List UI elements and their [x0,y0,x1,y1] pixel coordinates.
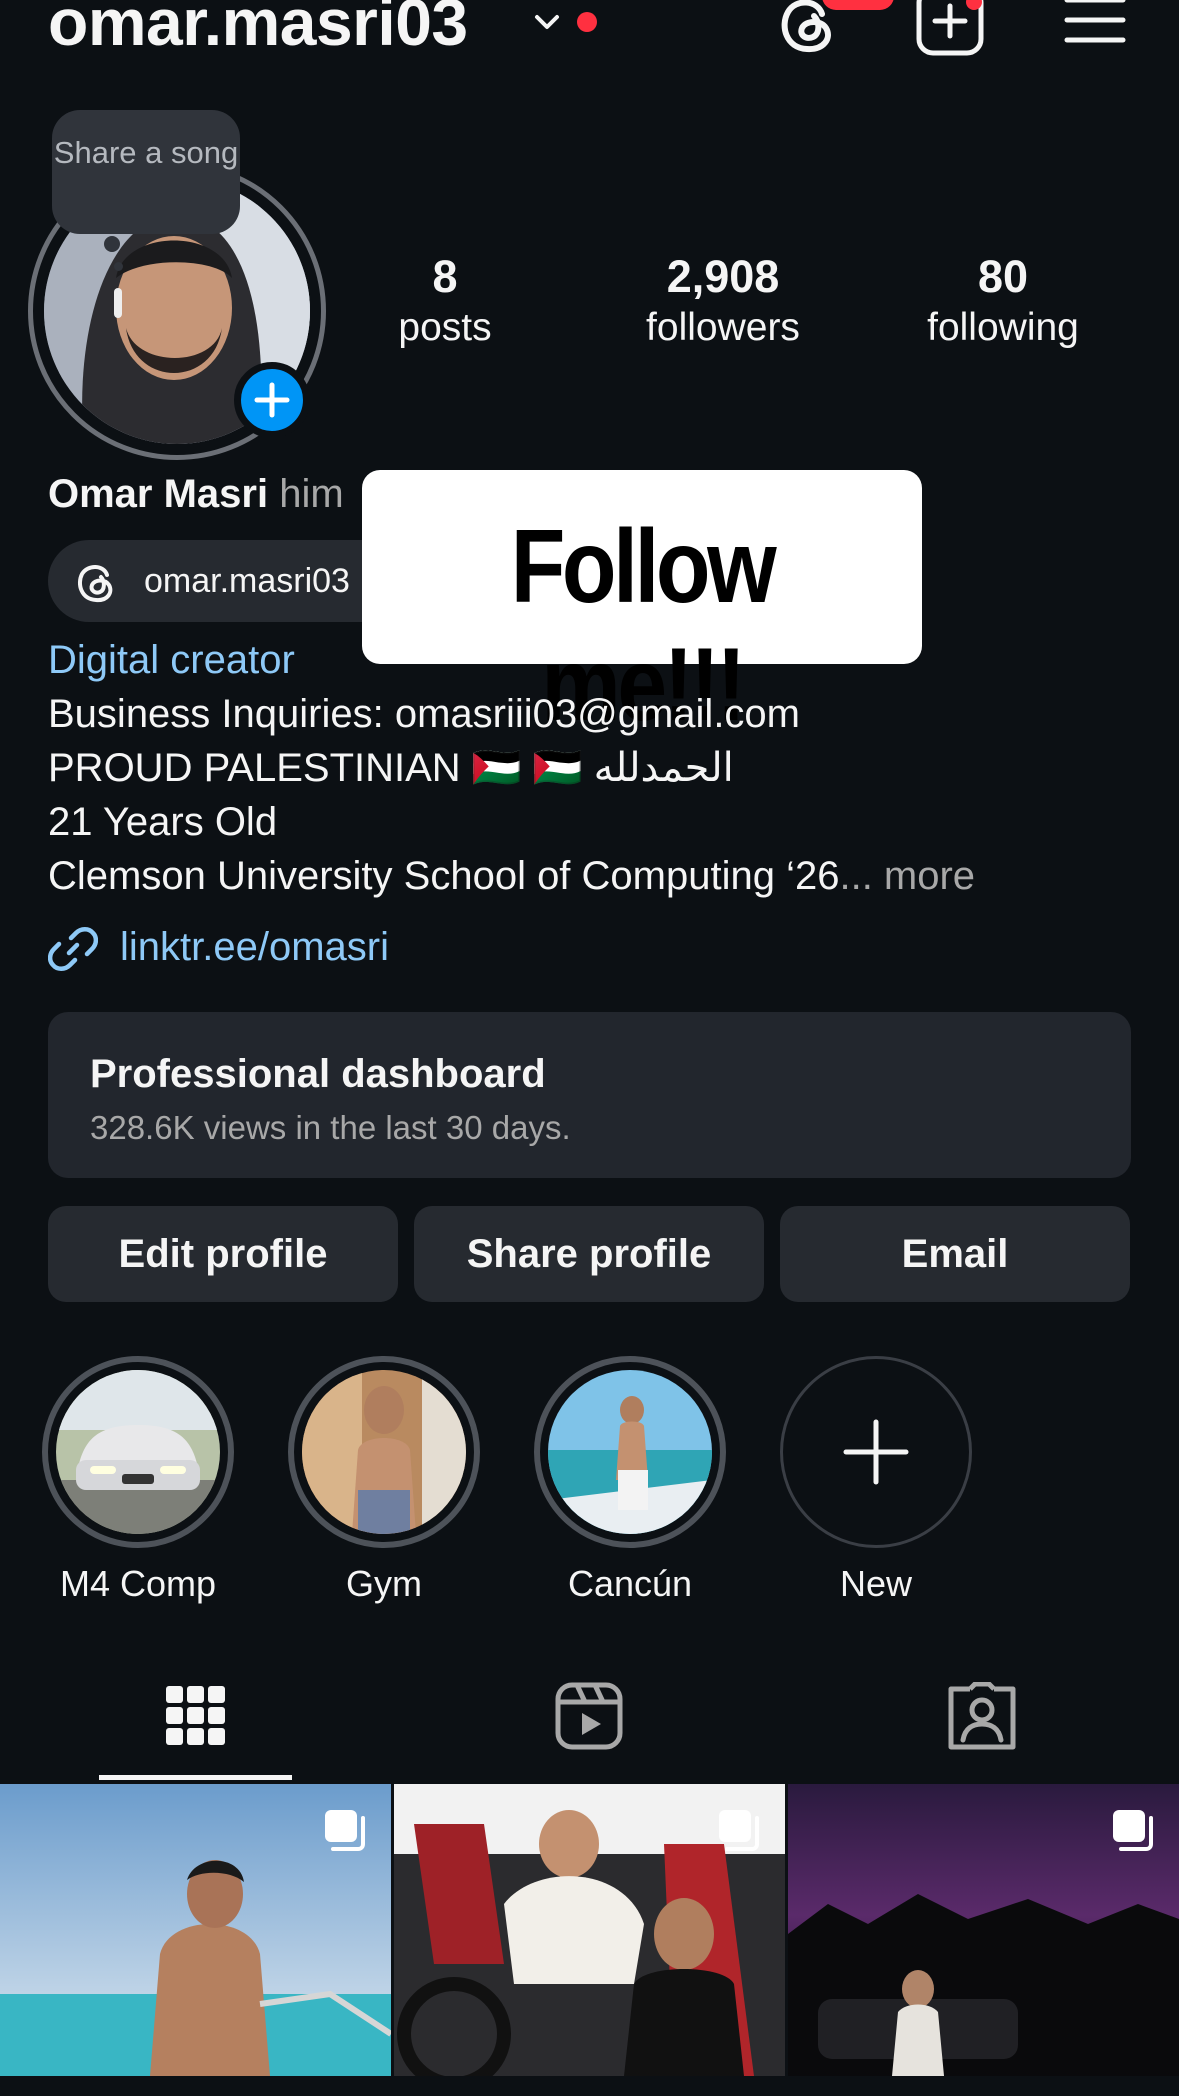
tab-tagged[interactable] [786,1676,1179,1786]
highlight-cover [548,1370,712,1534]
highlight-ring [42,1356,234,1548]
menu-icon[interactable] [1064,0,1126,48]
bubble-tail [104,236,120,252]
edit-profile-button[interactable]: Edit profile [48,1206,398,1302]
following-stat[interactable]: 80 following [893,250,1113,352]
post-thumbnail[interactable] [788,1784,1179,2076]
active-tab-indicator [99,1775,292,1780]
category-label[interactable]: Digital creator [48,634,295,686]
professional-dashboard[interactable]: Professional dashboard 328.6K views in t… [48,1012,1131,1178]
threads-badge [822,0,894,10]
add-story-button[interactable] [234,362,310,438]
username-switcher[interactable]: omar.masri03 [48,0,468,62]
profile-page: omar.masri03 Share a song 8 posts 2,908 … [0,0,1179,2096]
highlight-cover [302,1370,466,1534]
post-thumbnail[interactable] [394,1784,785,2076]
carousel-icon [1113,1810,1153,1851]
bio-line-last: Clemson University School of Computing ‘… [48,850,975,902]
carousel-icon [325,1810,365,1851]
bio-line: Business Inquiries: omasriii03@gmail.com [48,692,800,736]
posts-label: posts [398,306,492,349]
threads-handle: omar.masri03 [144,562,350,600]
pronouns: him [279,472,344,516]
tagged-icon [948,1682,1016,1750]
highlight-label: M4 Comp [59,1563,217,1604]
threads-icon [77,565,113,603]
highlight-label: New [839,1563,913,1604]
new-highlight-ring [780,1356,972,1548]
chevron-down-icon[interactable] [532,8,562,38]
posts-stat[interactable]: 8 posts [345,250,545,352]
followers-stat[interactable]: 2,908 followers [603,250,843,352]
top-bar: omar.masri03 [0,0,1179,70]
follow-me-sticker: Follow me!!! [362,470,922,743]
highlight-label: Cancún [567,1563,693,1604]
posts-count: 8 [432,251,458,302]
highlight-label: Gym [346,1563,422,1604]
followers-count: 2,908 [666,251,780,302]
display-name: Omar Masri him [48,468,344,520]
following-count: 80 [977,251,1029,302]
plus-icon [254,382,290,418]
highlight-ring [534,1356,726,1548]
followers-label: followers [646,306,800,349]
highlight-m4-comp[interactable]: M4 Comp [42,1356,234,1606]
bio-text: Clemson University School of Computing ‘… [48,854,840,898]
plus-icon [843,1419,909,1485]
highlight-cancun[interactable]: Cancún [534,1356,726,1606]
dashboard-title: Professional dashboard [90,1052,546,1096]
email-button[interactable]: Email [780,1206,1130,1302]
notification-dot [577,12,597,32]
highlight-cover [56,1370,220,1534]
following-label: following [927,306,1079,349]
post-thumbnail[interactable] [0,1784,391,2076]
link-text: linktr.ee/omasri [120,925,389,969]
share-profile-button[interactable]: Share profile [414,1206,764,1302]
bio-line: 21 Years Old [48,800,278,844]
highlight-new[interactable]: New [780,1356,972,1606]
more-link[interactable]: ... more [839,854,975,898]
share-song-bubble[interactable]: Share a song [52,110,240,234]
name-text: Omar Masri [48,472,269,516]
highlight-gym[interactable]: Gym [288,1356,480,1606]
highlight-ring [288,1356,480,1548]
carousel-icon [719,1810,759,1851]
tab-reels[interactable] [393,1676,786,1786]
bio-line: PROUD PALESTINIAN 🇵🇸 🇵🇸 الحمدلله [48,746,734,790]
grid-icon [166,1686,225,1745]
reels-icon [555,1682,623,1750]
tab-posts-grid[interactable] [0,1676,393,1786]
bubble-tail [114,262,123,271]
dashboard-subtitle: 328.6K views in the last 30 days. [90,1109,571,1146]
link-icon [48,927,98,971]
